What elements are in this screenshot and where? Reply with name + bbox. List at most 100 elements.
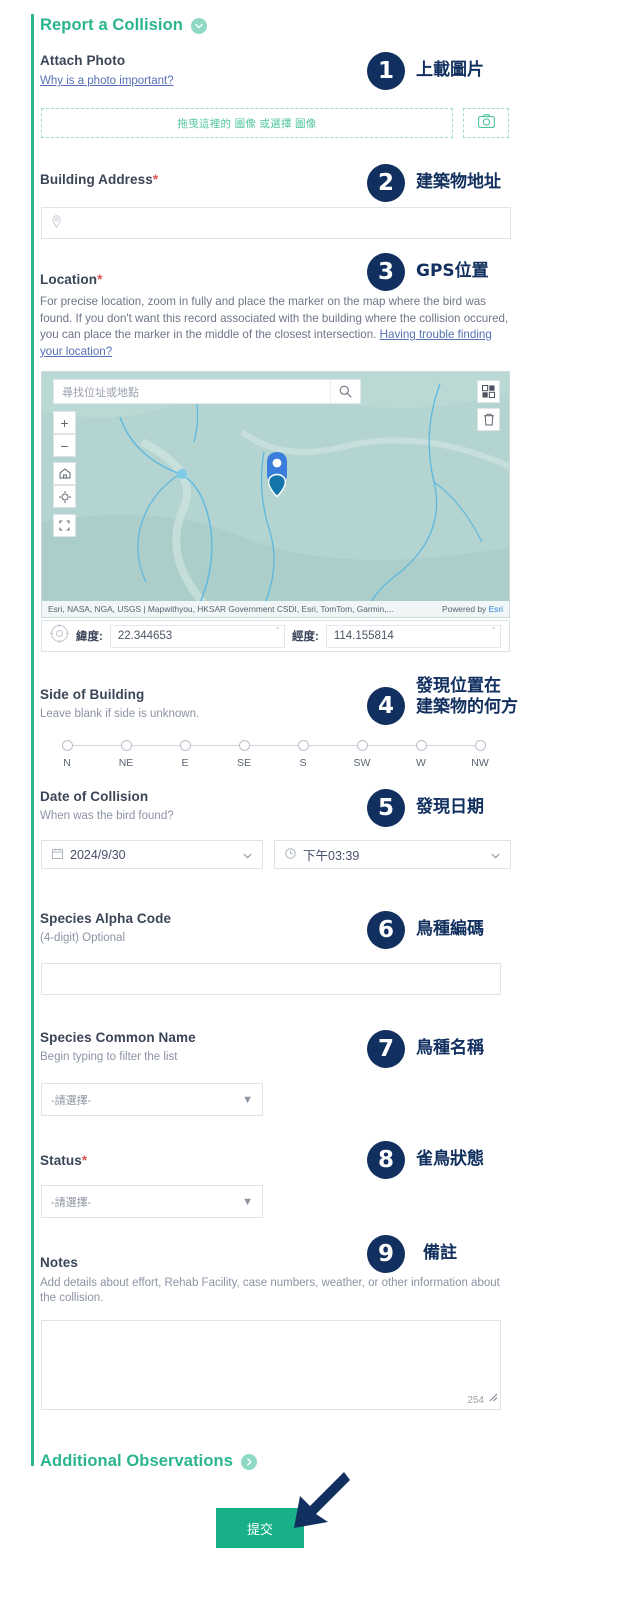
notes-char-count: 254	[467, 1395, 484, 1406]
map-zoom-in-button[interactable]: +	[53, 411, 76, 434]
notes-label: Notes	[40, 1255, 79, 1270]
callout-text-7: 鳥種名稱	[416, 1038, 484, 1058]
chevron-down-icon-time[interactable]	[491, 848, 500, 862]
latitude-label: 緯度:	[76, 631, 103, 643]
crosshair-icon[interactable]	[50, 624, 69, 648]
chevron-down-icon[interactable]	[190, 17, 207, 34]
section-accent-rail	[31, 14, 34, 1466]
callout-text-9: 備註	[423, 1243, 457, 1263]
photo-dropzone[interactable]: 拖曳這裡的 圖像 或選擇 圖像	[41, 108, 453, 138]
caret-down-icon-status[interactable]: ▼	[242, 1196, 253, 1208]
side-option-e[interactable]	[180, 740, 191, 751]
status-select[interactable]: -請選擇- ▼	[41, 1185, 263, 1218]
map-search-placeholder: 尋找位址或地點	[62, 386, 139, 399]
camera-icon	[477, 113, 495, 133]
side-label-nw: NW	[471, 757, 489, 769]
side-option-w[interactable]	[416, 740, 427, 751]
side-option-nw[interactable]	[475, 740, 486, 751]
callout-badge-4: 4	[367, 687, 405, 725]
map-search-box[interactable]: 尋找位址或地點	[53, 379, 361, 404]
status-selected: -請選擇-	[51, 1196, 92, 1209]
side-option-n[interactable]	[62, 740, 73, 751]
time-picker[interactable]: 下午03:39	[274, 840, 511, 869]
callout-badge-7: 7	[367, 1030, 405, 1068]
notes-textarea[interactable]: 254	[41, 1320, 501, 1410]
building-address-label: Building Address*	[40, 172, 158, 187]
callout-badge-9: 9	[367, 1235, 405, 1273]
map-attribution: Esri, NASA, NGA, USGS | Mapwithyou, HKSA…	[42, 601, 509, 617]
location-map[interactable]: 尋找位址或地點 + − Esri, NASA, NGA, USGS | Mapw…	[41, 371, 510, 618]
side-option-se[interactable]	[239, 740, 250, 751]
home-icon[interactable]	[53, 462, 76, 485]
notes-hint-line1: Add details about effort, Rehab Facility…	[40, 1277, 500, 1304]
date-of-collision-label: Date of Collision	[40, 789, 149, 804]
resize-grip-icon[interactable]	[488, 1389, 498, 1407]
date-picker[interactable]: 2024/9/30	[41, 840, 263, 869]
location-description-line3: place the marker in the middle of the cl…	[83, 328, 377, 341]
map-zoom-out-button[interactable]: −	[53, 434, 76, 457]
locate-icon[interactable]	[53, 485, 76, 508]
basemap-gallery-icon[interactable]	[477, 380, 500, 403]
date-value: 2024/9/30	[70, 847, 126, 862]
side-of-building-labels: N NE E SE S SW W NW	[40, 757, 500, 771]
map-pin-icon	[52, 215, 61, 231]
callout-text-1: 上載圖片	[416, 60, 484, 80]
report-collision-form: Report a Collision Attach Photo Why is a…	[0, 0, 639, 1600]
callout-badge-5: 5	[367, 789, 405, 827]
required-asterisk: *	[152, 172, 159, 187]
esri-link[interactable]: Esri	[489, 604, 503, 614]
callout-text-2: 建築物地址	[416, 172, 501, 192]
date-of-collision-hint: When was the bird found?	[40, 810, 174, 822]
building-address-label-text: Building Address	[40, 172, 153, 187]
status-label-text: Status	[40, 1153, 82, 1168]
required-asterisk-status: *	[81, 1153, 88, 1168]
fullscreen-icon[interactable]	[53, 514, 76, 537]
dropzone-text: 拖曳這裡的 圖像 或選擇 圖像	[177, 117, 317, 130]
side-label-e: E	[181, 757, 189, 769]
location-label: Location*	[40, 272, 102, 287]
longitude-input[interactable]: 114.155814 °	[325, 624, 501, 648]
species-alpha-code-input[interactable]	[41, 963, 501, 995]
chevron-down-icon-date[interactable]	[243, 848, 252, 862]
camera-button[interactable]	[463, 108, 509, 138]
side-label-n: N	[63, 757, 71, 769]
section-header-additional-observations[interactable]: Additional Observations	[40, 1452, 257, 1471]
additional-observations-title: Additional Observations	[40, 1452, 233, 1470]
callout-badge-2: 2	[367, 164, 405, 202]
species-common-name-selected: -請選擇-	[51, 1094, 92, 1107]
side-option-s[interactable]	[298, 740, 309, 751]
attach-photo-label: Attach Photo	[40, 53, 126, 68]
side-label-ne: NE	[118, 757, 134, 769]
building-address-input[interactable]	[41, 207, 511, 239]
callout-text-8: 雀鳥狀態	[416, 1149, 484, 1169]
latitude-input[interactable]: 22.344653 °	[109, 624, 285, 648]
map-marker-icon[interactable]	[264, 451, 290, 506]
species-common-name-label: Species Common Name	[40, 1030, 196, 1045]
section-header-report-a-collision[interactable]: Report a Collision	[40, 16, 207, 35]
callout-badge-8: 8	[367, 1141, 405, 1179]
side-label-sw: SW	[353, 757, 371, 769]
side-of-building-hint: Leave blank if side is unknown.	[40, 708, 200, 720]
species-alpha-code-hint: (4-digit) Optional	[40, 932, 126, 944]
species-common-name-select[interactable]: -請選擇- ▼	[41, 1083, 263, 1116]
side-label-w: W	[416, 757, 426, 769]
trash-icon[interactable]	[477, 408, 500, 431]
callout-badge-1: 1	[367, 52, 405, 90]
clock-icon	[285, 847, 296, 862]
search-icon[interactable]	[330, 380, 360, 403]
chevron-right-icon[interactable]	[241, 1453, 257, 1470]
side-option-ne[interactable]	[121, 740, 132, 751]
side-label-s: S	[299, 757, 307, 769]
why-photo-important-link[interactable]: Why is a photo important?	[40, 75, 174, 87]
callout-badge-6: 6	[367, 911, 405, 949]
powered-by-text: Powered by	[442, 604, 487, 614]
species-alpha-code-label: Species Alpha Code	[40, 911, 172, 926]
callout-text-5: 發現日期	[416, 797, 484, 817]
side-option-sw[interactable]	[357, 740, 368, 751]
side-of-building-radio-strip[interactable]	[56, 740, 486, 752]
caret-down-icon-species[interactable]: ▼	[242, 1094, 253, 1106]
notes-hint-line2: collision.	[59, 1292, 104, 1304]
map-powered-by: Powered by Esri	[442, 604, 503, 614]
degree-symbol-lat: °	[276, 626, 279, 634]
longitude-label: 經度:	[292, 631, 319, 643]
